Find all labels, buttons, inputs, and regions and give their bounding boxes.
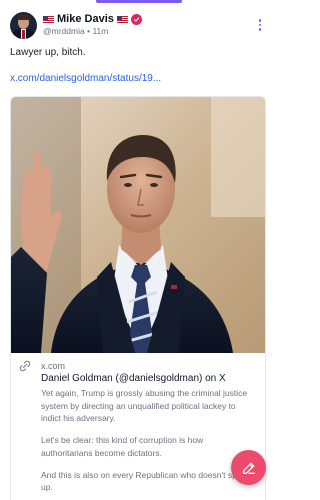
link-preview-card[interactable]: x.com Daniel Goldman (@danielsgoldman) o… [10,96,266,500]
active-tab-indicator [96,0,182,3]
app-viewport: Mike Davis @mrddmia • 11m Lawyer up, bit… [0,0,275,500]
author-block: Mike Davis @mrddmia • 11m [43,13,253,36]
author-name[interactable]: Mike Davis [57,13,114,26]
us-flag-icon [116,16,128,24]
author-handle[interactable]: @mrddmia [43,26,85,36]
card-description-paragraph: Let's be clear: this kind of corruption … [41,435,204,458]
verified-badge-icon [130,14,142,26]
post-time: 11m [92,25,109,36]
compose-button[interactable] [231,450,266,485]
card-title[interactable]: Daniel Goldman (@danielsgoldman) on X [41,372,255,386]
post-meta: @mrddmia • 11m [43,25,253,37]
more-options-button[interactable] [253,15,267,35]
card-image [11,97,265,353]
card-description: Yet again, Trump is grossly abusing the … [41,387,255,493]
card-description-paragraph: And this is also on every Republican who… [41,469,251,493]
card-domain: x.com [41,361,66,371]
link-icon [19,360,31,372]
us-flag-icon [43,16,54,24]
card-meta: x.com Daniel Goldman (@danielsgoldman) o… [11,353,265,493]
meta-separator: • [87,25,91,36]
post-link[interactable]: x.com/danielsgoldman/status/19... [10,72,265,85]
more-options-icon [258,19,262,22]
post-text: Lawyer up, bitch. [10,47,86,58]
card-description-paragraph: Yet again, Trump is grossly abusing the … [41,388,248,423]
post-header: Mike Davis @mrddmia • 11m [10,10,267,40]
compose-icon [242,462,255,474]
name-row: Mike Davis [43,13,253,26]
avatar[interactable] [10,11,37,39]
